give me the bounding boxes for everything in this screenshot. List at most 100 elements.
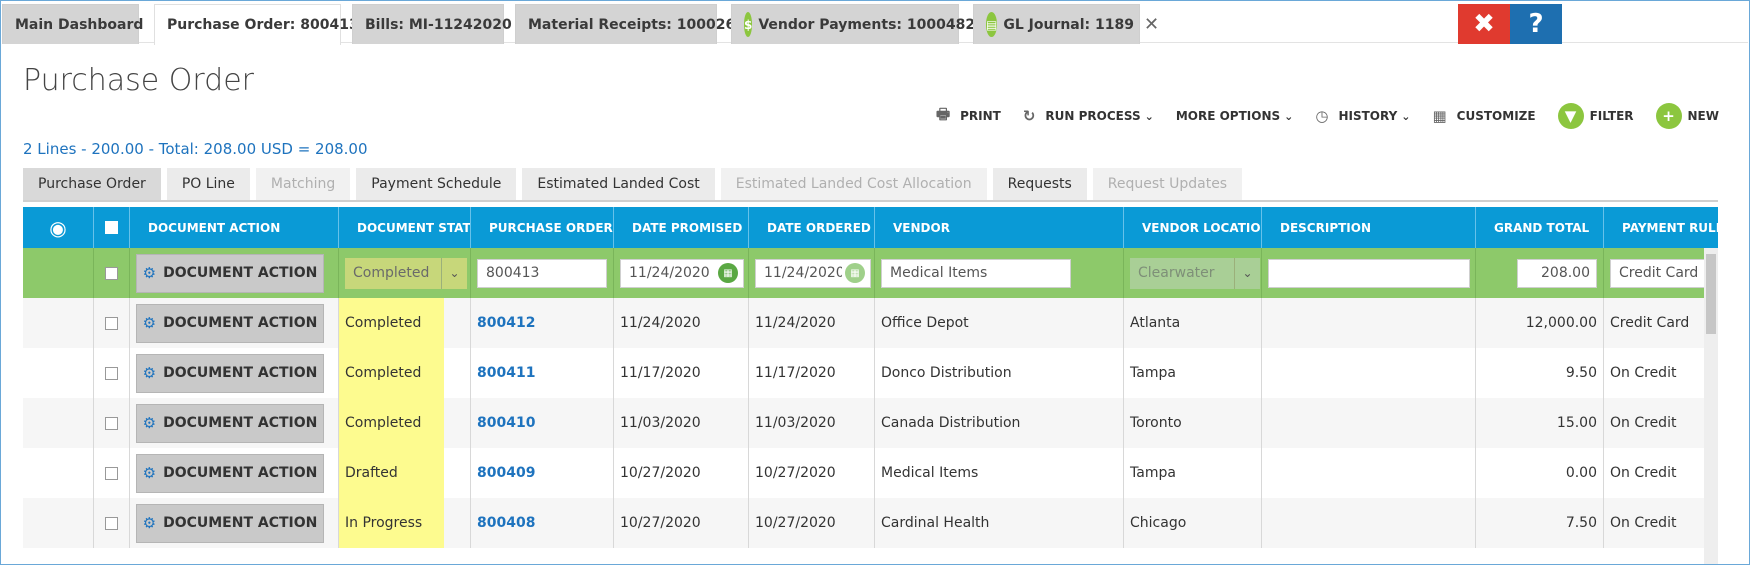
tab-bills[interactable]: Bills: MI-11242020 ✕ <box>352 4 537 44</box>
header-vendor[interactable]: VENDOR <box>875 207 1124 248</box>
purchase-order-id-link[interactable]: 800411 <box>471 348 614 398</box>
row-checkbox[interactable] <box>105 416 118 430</box>
customize-button[interactable]: ▦ CUSTOMIZE <box>1432 107 1535 125</box>
tab-label: Purchase Order: 800413 <box>167 17 359 33</box>
customize-label: CUSTOMIZE <box>1456 109 1536 123</box>
grand-total: 12,000.00 <box>1476 298 1604 348</box>
header-date-promised[interactable]: DATE PROMISED <box>614 207 749 248</box>
row-checkbox[interactable] <box>105 466 118 480</box>
vertical-scrollbar[interactable] <box>1704 248 1718 564</box>
document-action-button[interactable]: ⚙ DOCUMENT ACTION <box>136 303 324 343</box>
close-window-button[interactable]: ✖ <box>1458 4 1510 44</box>
document-action-button[interactable]: ⚙ DOCUMENT ACTION <box>136 353 324 393</box>
row-checkbox[interactable] <box>105 316 118 330</box>
chevron-down-icon: ⌄ <box>1144 109 1154 123</box>
document-action-label: DOCUMENT ACTION <box>163 515 318 531</box>
grand-total-cell: 208.00 <box>1476 248 1604 298</box>
gear-icon: ⚙ <box>142 314 157 332</box>
header-purchase-order-id[interactable]: PURCHASE ORDER ID <box>471 207 614 248</box>
date-ordered-input[interactable]: 11/24/2020 ▦ <box>755 258 871 288</box>
new-button[interactable]: + NEW <box>1655 103 1719 129</box>
header-grand-total[interactable]: GRAND TOTAL <box>1476 207 1604 248</box>
subtab-requests[interactable]: Requests <box>992 168 1087 200</box>
header-payment-rule[interactable]: PAYMENT RULE <box>1604 207 1718 248</box>
help-button[interactable]: ? <box>1510 4 1562 44</box>
toolbar: 🖶 PRINT ↻ RUN PROCESS ⌄ MORE OPTIONS ⌄ ◷… <box>914 103 1719 129</box>
vendor: Donco Distribution <box>875 348 1124 398</box>
purchase-order-id-input[interactable]: 800413 <box>477 258 607 288</box>
payment-rule: Credit Card <box>1610 315 1690 331</box>
status-cell: Completed <box>339 298 471 348</box>
row-checkbox[interactable] <box>105 516 118 530</box>
location-cell: Clearwater ⌄ <box>1124 248 1262 298</box>
header-date-ordered[interactable]: DATE ORDERED <box>749 207 875 248</box>
document-action-button[interactable]: ⚙ DOCUMENT ACTION <box>136 253 324 293</box>
tab-vendor-payments[interactable]: $ Vendor Payments: 1000482 ✕ <box>731 4 1000 44</box>
document-action-button[interactable]: ⚙ DOCUMENT ACTION <box>136 403 324 443</box>
payment-rule-select[interactable]: Credit Card <box>1610 258 1706 288</box>
subtab-po-line[interactable]: PO Line <box>166 168 250 200</box>
vendor-input[interactable]: Medical Items <box>881 258 1071 288</box>
grand-total-input[interactable]: 208.00 <box>1517 258 1597 288</box>
purchase-order-id-link[interactable]: 800408 <box>471 498 614 548</box>
purchase-order-id-link[interactable]: 800412 <box>471 298 614 348</box>
history-button[interactable]: ◷ HISTORY ⌄ <box>1315 107 1410 125</box>
description-cell <box>1262 248 1476 298</box>
tab-main-dashboard[interactable]: Main Dashboard <box>2 4 143 44</box>
table-row: ⚙ DOCUMENT ACTION In Progress 800408 10/27/2… <box>23 498 1718 548</box>
tab-gl-journal[interactable]: ▤ GL Journal: 1189 ✕ <box>973 4 1159 44</box>
filter-icon: ▼ <box>1557 103 1584 129</box>
close-icon[interactable]: ✕ <box>1144 14 1159 35</box>
date-promised: 10/27/2020 <box>614 498 749 548</box>
document-status-value: Completed <box>353 265 430 281</box>
subtab-payment-schedule[interactable]: Payment Schedule <box>356 168 517 200</box>
status-cell: Completed ⌄ <box>339 248 471 298</box>
header-document-action[interactable]: DOCUMENT ACTION <box>130 207 339 248</box>
document-status: Drafted <box>345 465 398 481</box>
payment-rule: On Credit <box>1610 465 1677 481</box>
vendor-location: Tampa <box>1124 448 1262 498</box>
run-process-button[interactable]: ↻ RUN PROCESS ⌄ <box>1023 107 1154 125</box>
subtab-bar: Purchase Order PO Line Matching Payment … <box>23 168 1718 202</box>
calendar-icon[interactable]: ▦ <box>845 263 865 283</box>
select-all-checkbox[interactable] <box>105 221 118 234</box>
row-checkbox[interactable] <box>105 266 118 280</box>
document-status: Completed <box>345 315 422 331</box>
more-options-label: MORE OPTIONS <box>1175 109 1281 123</box>
print-button[interactable]: 🖶 PRINT <box>936 104 1001 129</box>
subtab-estimated-landed-cost[interactable]: Estimated Landed Cost <box>522 168 715 200</box>
print-label: PRINT <box>960 109 1001 123</box>
document-action-button[interactable]: ⚙ DOCUMENT ACTION <box>136 453 324 493</box>
header-description[interactable]: DESCRIPTION <box>1262 207 1476 248</box>
date-promised-cell: 11/24/2020 ▦ <box>614 248 749 298</box>
filter-button[interactable]: ▼ FILTER <box>1557 103 1634 129</box>
date-ordered-value: 11/24/2020 <box>764 265 842 281</box>
row-indicator <box>23 348 94 398</box>
date-promised-input[interactable]: 11/24/2020 ▦ <box>620 258 744 288</box>
document-action-button[interactable]: ⚙ DOCUMENT ACTION <box>136 503 324 543</box>
date-ordered: 11/03/2020 <box>749 398 875 448</box>
description-input[interactable] <box>1268 258 1470 288</box>
row-indicator <box>23 298 94 348</box>
document-status-select[interactable]: Completed ⌄ <box>345 257 467 289</box>
vendor-location-select[interactable]: Clearwater ⌄ <box>1130 257 1260 289</box>
header-vendor-location[interactable]: VENDOR LOCATION <box>1124 207 1262 248</box>
chevron-down-icon: ⌄ <box>1234 257 1260 289</box>
more-options-button[interactable]: MORE OPTIONS ⌄ <box>1176 109 1294 123</box>
table-row: ⚙ DOCUMENT ACTION Completed 800412 11/24/202… <box>23 298 1718 348</box>
action-cell: ⚙ DOCUMENT ACTION <box>130 498 339 548</box>
tab-material-receipts[interactable]: Material Receipts: 1000260 ✕ <box>515 4 770 44</box>
tab-purchase-order[interactable]: Purchase Order: 800413 ✕ <box>154 4 384 45</box>
purchase-order-id-link[interactable]: 800409 <box>471 448 614 498</box>
subtab-purchase-order[interactable]: Purchase Order <box>23 168 161 200</box>
chevron-down-icon: ⌄ <box>1401 109 1411 123</box>
row-checkbox[interactable] <box>105 366 118 380</box>
purchase-order-id-link[interactable]: 800410 <box>471 398 614 448</box>
header-document-status[interactable]: DOCUMENT STATUS <box>339 207 471 248</box>
description <box>1262 348 1476 398</box>
scrollbar-thumb[interactable] <box>1706 254 1716 334</box>
date-ordered: 11/17/2020 <box>749 348 875 398</box>
description <box>1262 398 1476 448</box>
calendar-icon[interactable]: ▦ <box>718 263 738 283</box>
column-visibility-toggle[interactable]: ◉ <box>23 207 94 248</box>
